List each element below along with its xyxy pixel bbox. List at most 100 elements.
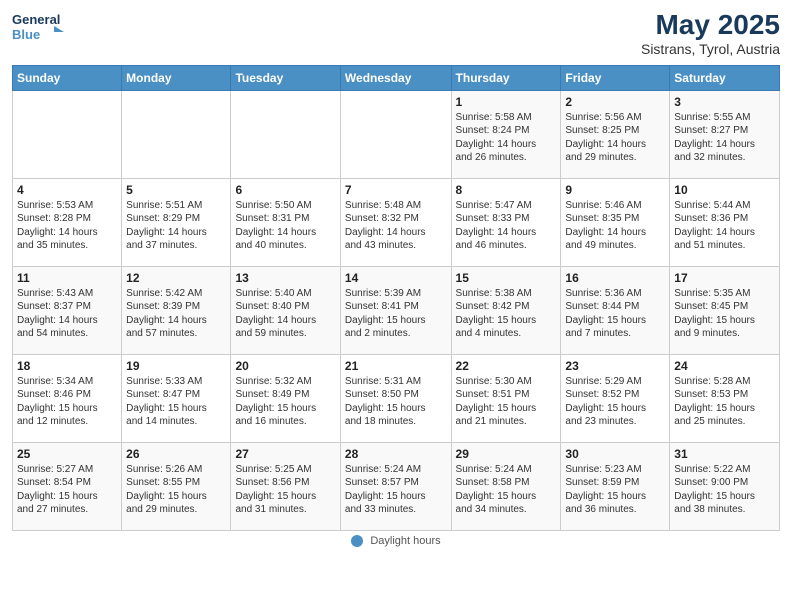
day-info: Sunrise: 5:24 AM Sunset: 8:57 PM Dayligh… xyxy=(345,463,447,517)
day-info: Sunrise: 5:26 AM Sunset: 8:55 PM Dayligh… xyxy=(126,463,226,517)
day-info: Sunrise: 5:40 AM Sunset: 8:40 PM Dayligh… xyxy=(235,287,335,341)
calendar-cell: 5Sunrise: 5:51 AM Sunset: 8:29 PM Daylig… xyxy=(122,178,231,266)
calendar-cell: 7 Sunrise: 5:48 AM Sunset: 8:32 PM Daylig… xyxy=(340,178,451,266)
calendar-cell xyxy=(122,90,231,178)
calendar-cell: 19 Sunrise: 5:33 AM Sunset: 8:47 PM Dayli… xyxy=(122,354,231,442)
day-number: 15 xyxy=(456,271,557,285)
day-info: Sunrise: 5:47 AM Sunset: 8:33 PM Dayligh… xyxy=(456,199,557,253)
calendar-cell: 8 Sunrise: 5:47 AM Sunset: 8:33 PM Daylig… xyxy=(451,178,561,266)
day-number: 1 xyxy=(456,95,557,109)
day-number: 13 xyxy=(235,271,335,285)
calendar-cell: 21 Sunrise: 5:31 AM Sunset: 8:50 PM Dayli… xyxy=(340,354,451,442)
calendar-cell xyxy=(231,90,340,178)
calendar-week-row: 4Sunrise: 5:53 AM Sunset: 8:28 PM Daylig… xyxy=(13,178,780,266)
calendar-cell: 20 Sunrise: 5:32 AM Sunset: 8:49 PM Dayli… xyxy=(231,354,340,442)
calendar-cell: 3 Sunrise: 5:55 AM Sunset: 8:27 PM Daylig… xyxy=(670,90,780,178)
footer-label: Daylight hours xyxy=(370,535,440,547)
day-number: 23 xyxy=(565,359,665,373)
calendar-cell: 12Sunrise: 5:42 AM Sunset: 8:39 PM Dayli… xyxy=(122,266,231,354)
day-number: 18 xyxy=(17,359,117,373)
day-info: Sunrise: 5:31 AM Sunset: 8:50 PM Dayligh… xyxy=(345,375,447,429)
logo: GeneralBlue xyxy=(12,10,72,42)
day-info: Sunrise: 5:35 AM Sunset: 8:45 PM Dayligh… xyxy=(674,287,775,341)
day-number: 20 xyxy=(235,359,335,373)
main-title: May 2025 xyxy=(641,10,780,41)
day-number: 7 xyxy=(345,183,447,197)
calendar-cell: 1 Sunrise: 5:58 AM Sunset: 8:24 PM Daylig… xyxy=(451,90,561,178)
column-header-sunday: Sunday xyxy=(13,65,122,90)
day-number: 17 xyxy=(674,271,775,285)
day-info: Sunrise: 5:50 AM Sunset: 8:31 PM Dayligh… xyxy=(235,199,335,253)
day-info: Sunrise: 5:46 AM Sunset: 8:35 PM Dayligh… xyxy=(565,199,665,253)
day-info: Sunrise: 5:29 AM Sunset: 8:52 PM Dayligh… xyxy=(565,375,665,429)
calendar-week-row: 18 Sunrise: 5:34 AM Sunset: 8:46 PM Dayli… xyxy=(13,354,780,442)
day-info: Sunrise: 5:48 AM Sunset: 8:32 PM Dayligh… xyxy=(345,199,447,253)
day-info: Sunrise: 5:55 AM Sunset: 8:27 PM Dayligh… xyxy=(674,111,775,165)
day-number: 9 xyxy=(565,183,665,197)
logo-icon: GeneralBlue xyxy=(12,10,72,42)
day-info: Sunrise: 5:36 AM Sunset: 8:44 PM Dayligh… xyxy=(565,287,665,341)
column-header-monday: Monday xyxy=(122,65,231,90)
day-info: Sunrise: 5:28 AM Sunset: 8:53 PM Dayligh… xyxy=(674,375,775,429)
column-header-tuesday: Tuesday xyxy=(231,65,340,90)
day-number: 25 xyxy=(17,447,117,461)
day-number: 26 xyxy=(126,447,226,461)
calendar-cell xyxy=(340,90,451,178)
calendar-cell: 18 Sunrise: 5:34 AM Sunset: 8:46 PM Dayli… xyxy=(13,354,122,442)
calendar-cell: 24Sunrise: 5:28 AM Sunset: 8:53 PM Dayli… xyxy=(670,354,780,442)
day-number: 31 xyxy=(674,447,775,461)
column-header-friday: Friday xyxy=(561,65,670,90)
day-info: Sunrise: 5:43 AM Sunset: 8:37 PM Dayligh… xyxy=(17,287,117,341)
day-info: Sunrise: 5:23 AM Sunset: 8:59 PM Dayligh… xyxy=(565,463,665,517)
title-block: May 2025 Sistrans, Tyrol, Austria xyxy=(641,10,780,57)
column-header-thursday: Thursday xyxy=(451,65,561,90)
day-info: Sunrise: 5:42 AM Sunset: 8:39 PM Dayligh… xyxy=(126,287,226,341)
day-number: 19 xyxy=(126,359,226,373)
day-number: 3 xyxy=(674,95,775,109)
calendar-cell: 4Sunrise: 5:53 AM Sunset: 8:28 PM Daylig… xyxy=(13,178,122,266)
day-info: Sunrise: 5:34 AM Sunset: 8:46 PM Dayligh… xyxy=(17,375,117,429)
day-info: Sunrise: 5:53 AM Sunset: 8:28 PM Dayligh… xyxy=(17,199,117,253)
day-info: Sunrise: 5:27 AM Sunset: 8:54 PM Dayligh… xyxy=(17,463,117,517)
calendar-header-row: SundayMondayTuesdayWednesdayThursdayFrid… xyxy=(13,65,780,90)
calendar-cell: 30 Sunrise: 5:23 AM Sunset: 8:59 PM Dayli… xyxy=(561,442,670,530)
day-number: 14 xyxy=(345,271,447,285)
day-number: 27 xyxy=(235,447,335,461)
calendar-cell xyxy=(13,90,122,178)
day-info: Sunrise: 5:32 AM Sunset: 8:49 PM Dayligh… xyxy=(235,375,335,429)
daylight-dot xyxy=(351,535,363,547)
calendar-cell: 31 Sunrise: 5:22 AM Sunset: 9:00 PM Dayli… xyxy=(670,442,780,530)
svg-text:General: General xyxy=(12,12,60,27)
day-number: 2 xyxy=(565,95,665,109)
calendar-cell: 6 Sunrise: 5:50 AM Sunset: 8:31 PM Daylig… xyxy=(231,178,340,266)
calendar-footer: Daylight hours xyxy=(12,535,780,547)
calendar-cell: 2 Sunrise: 5:56 AM Sunset: 8:25 PM Daylig… xyxy=(561,90,670,178)
day-number: 6 xyxy=(235,183,335,197)
day-info: Sunrise: 5:58 AM Sunset: 8:24 PM Dayligh… xyxy=(456,111,557,165)
calendar-cell: 16Sunrise: 5:36 AM Sunset: 8:44 PM Dayli… xyxy=(561,266,670,354)
day-number: 30 xyxy=(565,447,665,461)
day-info: Sunrise: 5:25 AM Sunset: 8:56 PM Dayligh… xyxy=(235,463,335,517)
calendar-week-row: 25 Sunrise: 5:27 AM Sunset: 8:54 PM Dayli… xyxy=(13,442,780,530)
day-number: 28 xyxy=(345,447,447,461)
calendar-week-row: 1 Sunrise: 5:58 AM Sunset: 8:24 PM Daylig… xyxy=(13,90,780,178)
day-number: 5 xyxy=(126,183,226,197)
calendar-cell: 14Sunrise: 5:39 AM Sunset: 8:41 PM Dayli… xyxy=(340,266,451,354)
day-info: Sunrise: 5:33 AM Sunset: 8:47 PM Dayligh… xyxy=(126,375,226,429)
day-info: Sunrise: 5:38 AM Sunset: 8:42 PM Dayligh… xyxy=(456,287,557,341)
calendar-cell: 23 Sunrise: 5:29 AM Sunset: 8:52 PM Dayli… xyxy=(561,354,670,442)
calendar-cell: 25 Sunrise: 5:27 AM Sunset: 8:54 PM Dayli… xyxy=(13,442,122,530)
day-number: 21 xyxy=(345,359,447,373)
day-info: Sunrise: 5:22 AM Sunset: 9:00 PM Dayligh… xyxy=(674,463,775,517)
calendar-table: SundayMondayTuesdayWednesdayThursdayFrid… xyxy=(12,65,780,531)
subtitle: Sistrans, Tyrol, Austria xyxy=(641,41,780,57)
day-info: Sunrise: 5:44 AM Sunset: 8:36 PM Dayligh… xyxy=(674,199,775,253)
day-info: Sunrise: 5:24 AM Sunset: 8:58 PM Dayligh… xyxy=(456,463,557,517)
calendar-week-row: 11Sunrise: 5:43 AM Sunset: 8:37 PM Dayli… xyxy=(13,266,780,354)
day-info: Sunrise: 5:56 AM Sunset: 8:25 PM Dayligh… xyxy=(565,111,665,165)
calendar-cell: 27 Sunrise: 5:25 AM Sunset: 8:56 PM Dayli… xyxy=(231,442,340,530)
day-number: 8 xyxy=(456,183,557,197)
calendar-cell: 17 Sunrise: 5:35 AM Sunset: 8:45 PM Dayli… xyxy=(670,266,780,354)
calendar-cell: 29Sunrise: 5:24 AM Sunset: 8:58 PM Dayli… xyxy=(451,442,561,530)
calendar-cell: 26 Sunrise: 5:26 AM Sunset: 8:55 PM Dayli… xyxy=(122,442,231,530)
